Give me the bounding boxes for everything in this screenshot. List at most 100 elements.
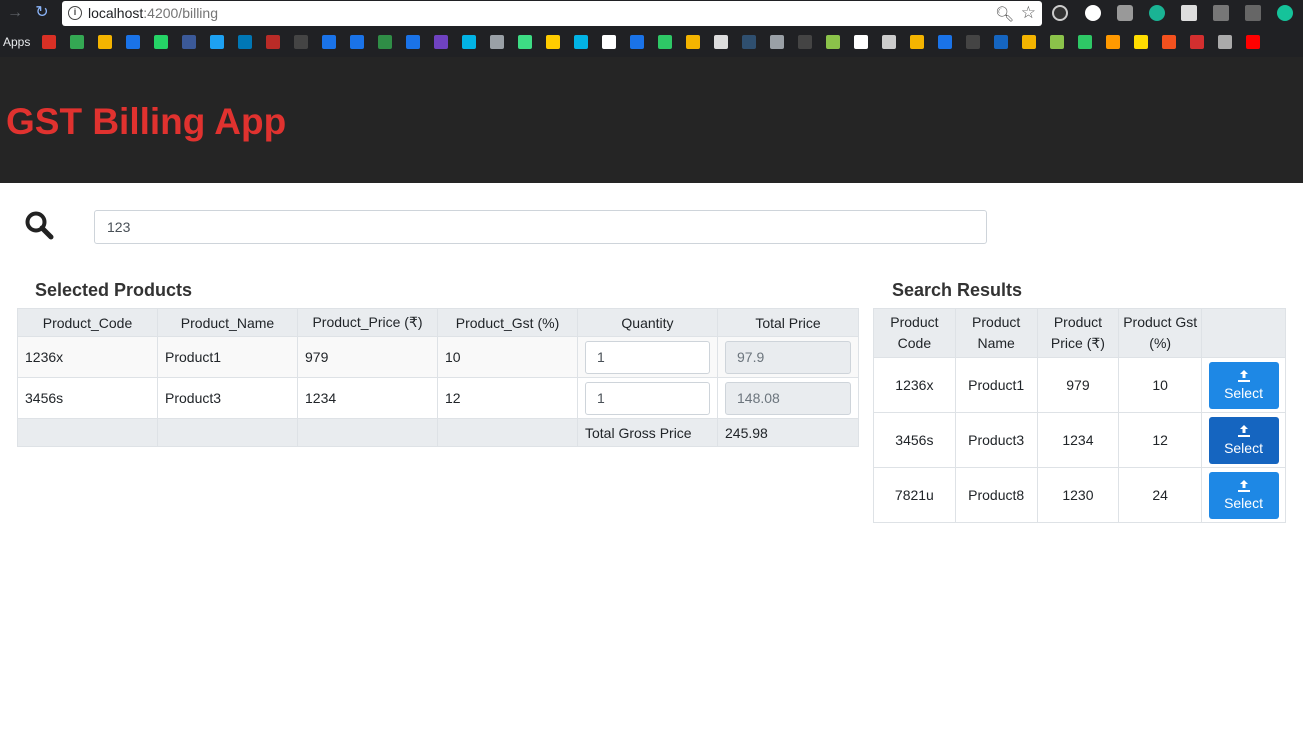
bookmark-favicon-icon[interactable] <box>266 35 280 49</box>
bookmark-favicon-icon[interactable] <box>238 35 252 49</box>
bookmark-favicon-icon[interactable] <box>1134 35 1148 49</box>
upload-icon <box>1237 425 1250 437</box>
header-product-name: Product_Name <box>157 308 298 337</box>
bookmark-favicon-icon[interactable] <box>770 35 784 49</box>
bookmark-favicon-icon[interactable] <box>854 35 868 49</box>
quantity-input[interactable] <box>585 381 710 415</box>
bookmark-favicon-icon[interactable] <box>322 35 336 49</box>
table-row: 3456s Product3 1234 12 <box>17 377 859 419</box>
header-product-code: Product_Code <box>17 308 158 337</box>
grammarly-icon[interactable] <box>1277 5 1293 21</box>
cell-price: 979 <box>1036 357 1120 413</box>
bookmark-favicon-icon[interactable] <box>1022 35 1036 49</box>
cell-price: 1234 <box>1036 412 1120 468</box>
select-button[interactable]: Select <box>1208 361 1279 409</box>
cell-gst: 24 <box>1118 467 1203 523</box>
address-bar[interactable]: i localhost:4200/billing 🔍︎ ☆ <box>62 1 1042 26</box>
bookmark-favicon-icon[interactable] <box>966 35 980 49</box>
extension-icon[interactable] <box>1149 5 1165 21</box>
bookmark-favicon-icon[interactable] <box>350 35 364 49</box>
cell-code: 1236x <box>17 336 158 378</box>
cell-gst: 12 <box>437 377 578 419</box>
bookmark-favicon-icon[interactable] <box>1106 35 1120 49</box>
info-icon[interactable]: i <box>68 6 82 20</box>
search-icon <box>25 211 54 240</box>
shield-icon[interactable] <box>1117 5 1133 21</box>
empty-cell <box>297 418 438 447</box>
bookmark-favicon-icon[interactable] <box>630 35 644 49</box>
bookmark-favicon-icon[interactable] <box>1190 35 1204 49</box>
bookmark-favicon-icon[interactable] <box>518 35 532 49</box>
bookmark-favicon-icon[interactable] <box>42 35 56 49</box>
select-button[interactable]: Select <box>1208 471 1279 519</box>
header-total-price: Total Price <box>717 308 859 337</box>
total-price-field <box>725 381 851 415</box>
bookmark-favicon-icon[interactable] <box>490 35 504 49</box>
header-product-price: Product Price (₹) <box>1036 308 1120 358</box>
extension-icon[interactable] <box>1181 5 1197 21</box>
url-host: localhost <box>88 5 144 21</box>
extension-icon[interactable] <box>1245 5 1261 21</box>
selected-products-title: Selected Products <box>35 280 193 300</box>
bookmark-favicon-icon[interactable] <box>938 35 952 49</box>
extension-icon[interactable] <box>1213 5 1229 21</box>
table-header-row: Product Code Product Name Product Price … <box>873 308 1286 358</box>
bookmark-favicon-icon[interactable] <box>210 35 224 49</box>
cell-name: Product1 <box>157 336 298 378</box>
bookmark-favicon-icon[interactable] <box>742 35 756 49</box>
header-product-name: Product Name <box>954 308 1038 358</box>
bookmark-favicon-icon[interactable] <box>378 35 392 49</box>
cell-name: Product3 <box>954 412 1038 468</box>
cell-total <box>717 377 859 419</box>
bookmark-favicon-icon[interactable] <box>994 35 1008 49</box>
bookmark-favicon-icon[interactable] <box>546 35 560 49</box>
bookmark-favicon-icon[interactable] <box>434 35 448 49</box>
bookmark-favicon-icon[interactable] <box>686 35 700 49</box>
browser-toolbar: → ↻ i localhost:4200/billing 🔍︎ ☆ <box>0 0 1303 27</box>
select-button[interactable]: Select <box>1208 416 1279 464</box>
quantity-input[interactable] <box>585 340 710 374</box>
bookmark-favicon-icon[interactable] <box>126 35 140 49</box>
apps-bookmark[interactable]: Apps <box>3 35 30 49</box>
extension-icon[interactable] <box>1085 5 1101 21</box>
back-arrow-icon[interactable]: → <box>6 4 24 22</box>
bookmark-favicon-icon[interactable] <box>182 35 196 49</box>
cell-price: 1234 <box>297 377 438 419</box>
search-results-title: Search Results <box>892 280 1023 300</box>
table-row: 1236x Product1 979 10 Select <box>873 357 1286 413</box>
bookmark-favicon-icon[interactable] <box>714 35 728 49</box>
bookmark-favicon-icon[interactable] <box>406 35 420 49</box>
reload-icon[interactable]: ↻ <box>33 4 51 22</box>
table-row: 7821u Product8 1230 24 Select <box>873 467 1286 523</box>
cell-action: Select <box>1201 412 1286 468</box>
bookmark-favicon-icon[interactable] <box>602 35 616 49</box>
bookmark-favicon-icon[interactable] <box>294 35 308 49</box>
bookmark-star-icon[interactable]: ☆ <box>1021 3 1036 23</box>
bookmark-favicon-icon[interactable] <box>1050 35 1064 49</box>
bookmark-favicon-icon[interactable] <box>1078 35 1092 49</box>
bookmark-favicon-icon[interactable] <box>1246 35 1260 49</box>
bookmark-favicon-icon[interactable] <box>1162 35 1176 49</box>
bookmark-favicon-icon[interactable] <box>574 35 588 49</box>
bookmark-favicon-icon[interactable] <box>910 35 924 49</box>
cell-action: Select <box>1201 467 1286 523</box>
total-row: Total Gross Price 245.98 <box>17 418 859 447</box>
bookmark-favicon-icon[interactable] <box>70 35 84 49</box>
header-product-gst: Product_Gst (%) <box>437 308 578 337</box>
extension-icon[interactable] <box>1052 5 1068 21</box>
bookmark-favicon-icon[interactable] <box>154 35 168 49</box>
bookmark-favicon-icon[interactable] <box>658 35 672 49</box>
bookmark-favicon-icon[interactable] <box>1218 35 1232 49</box>
bookmark-favicon-icon[interactable] <box>462 35 476 49</box>
upload-icon <box>1237 370 1250 382</box>
cell-gst: 10 <box>437 336 578 378</box>
search-input[interactable] <box>94 210 987 244</box>
bookmark-favicon-icon[interactable] <box>98 35 112 49</box>
cell-total <box>717 336 859 378</box>
bookmark-favicon-icon[interactable] <box>826 35 840 49</box>
bookmark-favicon-icon[interactable] <box>882 35 896 49</box>
app-header: GST Billing App <box>0 57 1303 183</box>
cell-name: Product8 <box>954 467 1038 523</box>
bookmark-favicon-icon[interactable] <box>798 35 812 49</box>
zoom-icon[interactable]: 🔍︎ <box>995 5 1014 23</box>
